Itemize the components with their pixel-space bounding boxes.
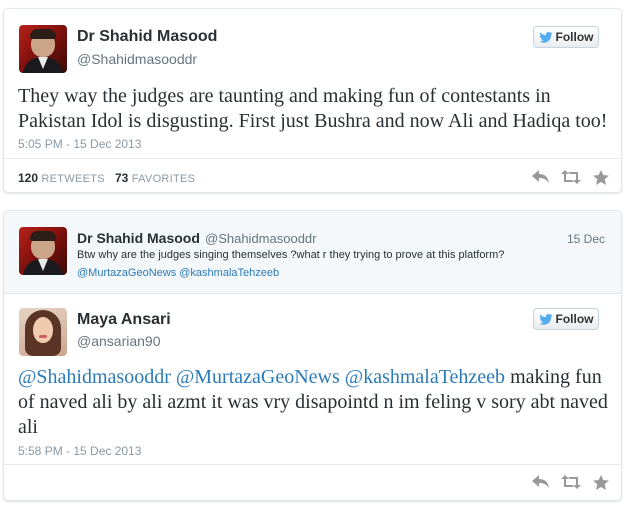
favorite-label[interactable]: FAVORITES	[132, 173, 196, 185]
divider	[4, 464, 621, 465]
reply-icon[interactable]	[531, 473, 551, 491]
tweet-actions	[531, 473, 611, 491]
follow-label: Follow	[555, 312, 594, 326]
author-name[interactable]: Dr Shahid Masood	[77, 28, 217, 46]
tweet-text: @Shahidmasooddr @MurtazaGeoNews @kashmal…	[18, 365, 610, 440]
context-author-name[interactable]: Dr Shahid Masood	[77, 230, 200, 246]
tweet-actions	[531, 168, 611, 186]
tweet-timestamp[interactable]: 5:58 PM - 15 Dec 2013	[18, 444, 141, 458]
mention-link[interactable]: @kashmalaTehzeeb	[345, 366, 505, 388]
tweet-text-segment: making fun	[505, 366, 602, 388]
author-handle[interactable]: @Shahidmasooddr	[77, 51, 197, 67]
avatar[interactable]	[19, 227, 67, 275]
tweet-timestamp[interactable]: 5:05 PM - 15 Dec 2013	[18, 137, 141, 151]
avatar[interactable]	[19, 25, 67, 73]
mention-link[interactable]: @MurtazaGeoNews	[77, 267, 176, 279]
tweet-card: Dr Shahid Masood @Shahidmasooddr 15 Dec …	[3, 210, 622, 501]
context-text: Btw why are the judges singing themselve…	[77, 249, 505, 261]
follow-button[interactable]: Follow	[533, 26, 599, 48]
context-date[interactable]: 15 Dec	[567, 232, 605, 246]
tweet-card: Dr Shahid Masood @Shahidmasooddr Follow …	[3, 8, 622, 193]
reply-icon[interactable]	[531, 168, 551, 186]
retweet-count[interactable]: 120	[18, 171, 38, 185]
author-name[interactable]: Maya Ansari	[77, 311, 171, 329]
favorite-icon[interactable]	[591, 168, 611, 186]
context-mentions: @MurtazaGeoNews @kashmalaTehzeeb	[77, 267, 279, 279]
twitter-bird-icon	[538, 313, 553, 325]
follow-button[interactable]: Follow	[533, 308, 599, 330]
retweet-label[interactable]: RETWEETS	[41, 173, 105, 185]
favorite-icon[interactable]	[591, 473, 611, 491]
follow-label: Follow	[555, 30, 594, 44]
tweet-text-line: of naved ali by ali azmt it was vry disa…	[18, 391, 608, 413]
avatar[interactable]	[19, 308, 67, 356]
tweet-text-line: @Shahidmasooddr @MurtazaGeoNews @kashmal…	[18, 365, 610, 390]
tweet-text-line: Pakistan Idol is disgusting. First just …	[18, 110, 608, 132]
twitter-bird-icon	[538, 31, 553, 43]
tweet-stats: 120 RETWEETS 73 FAVORITES	[18, 171, 195, 185]
mention-link[interactable]: @MurtazaGeoNews	[176, 366, 340, 388]
tweet-text: They way the judges are taunting and mak…	[18, 84, 610, 134]
tweet-text-line: They way the judges are taunting and mak…	[18, 85, 551, 107]
retweet-icon[interactable]	[561, 168, 581, 186]
divider	[4, 158, 621, 159]
mention-link[interactable]: @kashmalaTehzeeb	[179, 267, 279, 279]
retweet-icon[interactable]	[561, 473, 581, 491]
tweet-text-line: ali	[18, 416, 38, 438]
in-reply-to-tweet[interactable]: Dr Shahid Masood @Shahidmasooddr 15 Dec …	[4, 211, 621, 294]
mention-link[interactable]: @Shahidmasooddr	[18, 366, 171, 388]
favorite-count[interactable]: 73	[115, 171, 128, 185]
author-handle[interactable]: @ansarian90	[77, 333, 161, 349]
context-author-handle[interactable]: @Shahidmasooddr	[205, 231, 316, 246]
